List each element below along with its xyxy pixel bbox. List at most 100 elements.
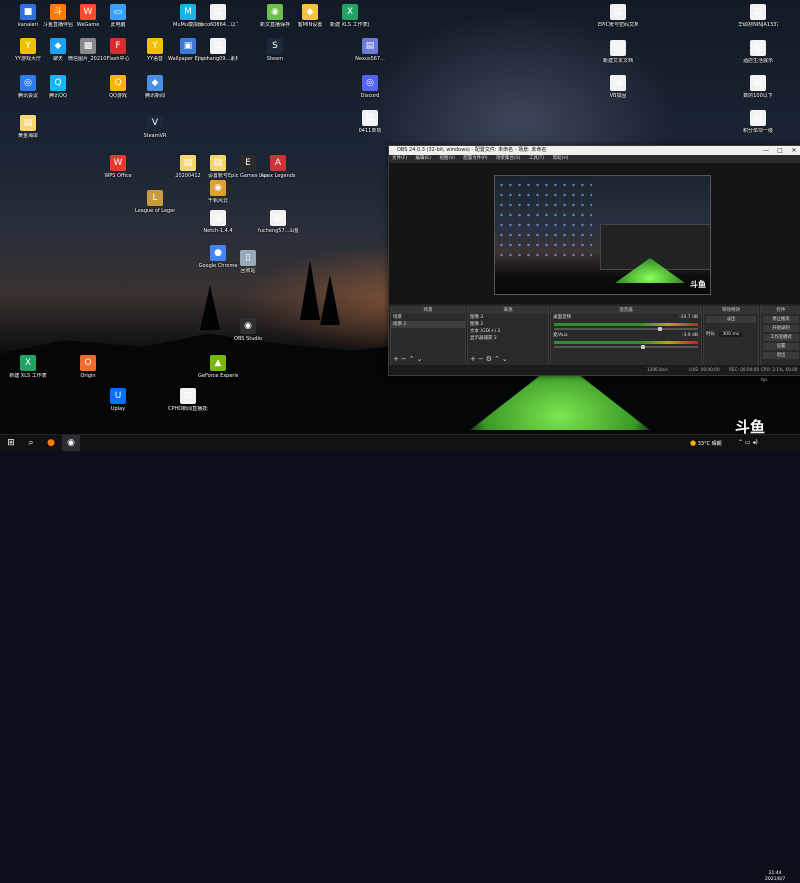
menu-scene-collection[interactable]: 场景集合(S) [496, 156, 520, 161]
windows-start-icon[interactable]: ⊞ [2, 435, 20, 451]
transitions-title: 转场特效 [704, 307, 758, 314]
douyu-app-icon[interactable]: ● [42, 435, 60, 451]
obs-titlebar[interactable]: OBS 24.0.3 (32-bit, windows) - 配置文件: 未命名… [389, 146, 800, 155]
remove-icon[interactable]: − [478, 355, 486, 363]
source-item[interactable]: 文本 (GDI+) 3 [468, 328, 548, 335]
desktop-icon[interactable]: ▤ 酒店生活展示 [738, 40, 778, 64]
move-down-icon[interactable]: ⌄ [502, 355, 510, 363]
source-item[interactable]: 显示器捕获 2 [468, 335, 548, 342]
menu-profile[interactable]: 配置文件(P) [463, 156, 487, 161]
desktop-icon[interactable]: F Flash中心 [98, 38, 138, 62]
scene-item[interactable]: 场景 [391, 314, 465, 321]
settings-button[interactable]: 设置 [763, 343, 799, 350]
desktop-icon[interactable]: ▲ GeForce Experience [198, 355, 238, 379]
desktop-icon[interactable]: ▤ fucheng57...山猫美西装 [258, 210, 298, 234]
app-icon: E [240, 155, 256, 171]
slider-handle[interactable] [641, 345, 645, 349]
desktop-icon[interactable]: X 新建 XLS 工作表(2) [330, 4, 370, 28]
app-icon: ▤ [20, 115, 36, 131]
desktop-icon[interactable]: ▤ VB加固 [598, 75, 638, 99]
desktop-icon[interactable]: ▤ 0411单项 [350, 110, 390, 134]
volume-slider[interactable] [554, 345, 698, 349]
desktop-icon[interactable]: O Origin [68, 355, 108, 379]
desktop-icon-label: 积分单项一级 [742, 128, 773, 134]
app-icon: M [180, 4, 196, 20]
move-up-icon[interactable]: ⌃ [409, 355, 417, 363]
desktop-icon[interactable]: V SteamVR [135, 115, 175, 139]
taskbar: ⊞ ⌕ ● ◉ ● 33°C 晴朗 ⌃ ▭ ◂) 21:44 2021/8/7 [0, 434, 800, 882]
desktop-icon[interactable]: ▤ CPHD新闻直播技术 [168, 388, 208, 412]
source-item[interactable]: 图像 2 [468, 321, 548, 328]
desktop-icon[interactable]: A Apex Legends [258, 155, 298, 179]
desktop-icon[interactable]: Q QQ游戏 [98, 75, 138, 99]
app-icon: ▤ [750, 110, 766, 126]
desktop-icon-label: 0411单项 [358, 128, 382, 134]
desktop-icon[interactable]: ◉ 新文直播保存 [255, 4, 295, 28]
desktop-icon[interactable]: ◉ 千帆风云 [198, 180, 238, 204]
desktop-icon[interactable]: ▭ 此电脑 [98, 4, 138, 28]
remove-icon[interactable]: − [401, 355, 409, 363]
desktop-icon[interactable]: ▤ 黄金海岸 [8, 115, 48, 139]
scene-item-selected[interactable]: 场景 2 [391, 321, 465, 328]
search-icon[interactable]: ⌕ [22, 435, 40, 451]
tray-icons[interactable]: ⌃ ▭ ◂) [738, 435, 758, 451]
slider-handle[interactable] [658, 327, 662, 331]
source-item[interactable]: 图像 3 [468, 314, 548, 321]
desktop-icon[interactable]: ▤ EPIC账号密码文档 [598, 4, 638, 28]
clock[interactable]: 21:44 2021/8/7 [765, 871, 785, 883]
add-icon[interactable]: + [470, 355, 478, 363]
desktop-icon[interactable]: ▤ 设置账号 [198, 155, 238, 179]
weather-widget[interactable]: ● 33°C 晴朗 [690, 435, 722, 451]
preview-canvas[interactable]: 斗鱼 [494, 175, 711, 295]
desktop-icon[interactable]: ▤ heco60864...以下 [198, 4, 238, 28]
desktop-icon[interactable]: ▯ 回收站 [228, 250, 268, 274]
desktop-icon[interactable]: ▤ Netch-1.4.4 [198, 210, 238, 234]
desktop-icon-label: 腾讯新闻 [144, 93, 165, 99]
desktop-icon[interactable]: ◆ 客MIN设置 [290, 4, 330, 28]
sun-icon: ● [690, 439, 697, 447]
menu-file[interactable]: 文件(F) [392, 156, 407, 161]
minimize-icon[interactable]: — [759, 146, 773, 155]
desktop-icon[interactable]: U Uplay [98, 388, 138, 412]
obs-window[interactable]: OBS 24.0.3 (32-bit, windows) - 配置文件: 未命名… [388, 145, 800, 382]
mixer-track: 麦/Aux -3.9 dB [551, 332, 701, 339]
scenes-title: 场景 [391, 307, 465, 314]
desktop-icon[interactable]: ▤ 数的100以下 [738, 75, 778, 99]
desktop-icon[interactable]: ◎ Discord [350, 75, 390, 99]
volume-slider[interactable] [554, 327, 698, 331]
desktop-icon[interactable]: X 新建 XLS 工作表 [8, 355, 48, 379]
duration-label: 时长 [706, 332, 715, 337]
menu-view[interactable]: 视图(V) [439, 156, 455, 161]
duration-input[interactable]: 300 ms [719, 332, 743, 337]
desktop-icon[interactable]: W WPS Office [98, 155, 138, 179]
menu-tools[interactable]: 工具(T) [529, 156, 544, 161]
desktop-icon-label: Nexus567... [355, 56, 385, 62]
exit-button[interactable]: 退出 [763, 352, 799, 359]
gear-icon[interactable]: ⚙ [486, 355, 494, 363]
mixer-track: 桌面音频 -10.7 dB [551, 314, 701, 321]
desktop-icon[interactable]: S Steam [255, 38, 295, 62]
desktop-icon[interactable]: ▤ 华硕材NINJA1337... [738, 4, 778, 28]
stop-streaming-button[interactable]: 停止推流 [763, 316, 799, 323]
desktop-icon[interactable]: Q 腾讯QQ [38, 75, 78, 99]
desktop-icon[interactable]: ▤ jiechang09...素材 [198, 38, 238, 62]
desktop-icon[interactable]: L League of Legends [135, 190, 175, 214]
move-up-icon[interactable]: ⌃ [494, 355, 502, 363]
transition-select[interactable]: 淡出 [706, 316, 756, 323]
menu-edit[interactable]: 编辑(E) [416, 156, 431, 161]
desktop-icon[interactable]: ▤ 新建文本文档 [598, 40, 638, 64]
menu-help[interactable]: 帮助(H) [553, 156, 569, 161]
desktop-icon[interactable]: ▤ Nexus567... [350, 38, 390, 62]
app-icon: ▤ [210, 38, 226, 54]
studio-mode-button[interactable]: 工作室模式 [763, 334, 799, 341]
add-icon[interactable]: + [393, 355, 401, 363]
desktop-icon-label: 客MIN设置 [297, 22, 323, 28]
maximize-icon[interactable]: □ [773, 146, 787, 155]
desktop-icon[interactable]: ▤ 积分单项一级 [738, 110, 778, 134]
desktop-icon[interactable]: ◆ 腾讯新闻 [135, 75, 175, 99]
start-recording-button[interactable]: 开始录制 [763, 325, 799, 332]
close-icon[interactable]: ✕ [787, 146, 800, 155]
desktop-icon[interactable]: ◉ OBS Studio [228, 318, 268, 342]
move-down-icon[interactable]: ⌄ [417, 355, 425, 363]
obs-taskbar-icon[interactable]: ◉ [62, 435, 80, 451]
